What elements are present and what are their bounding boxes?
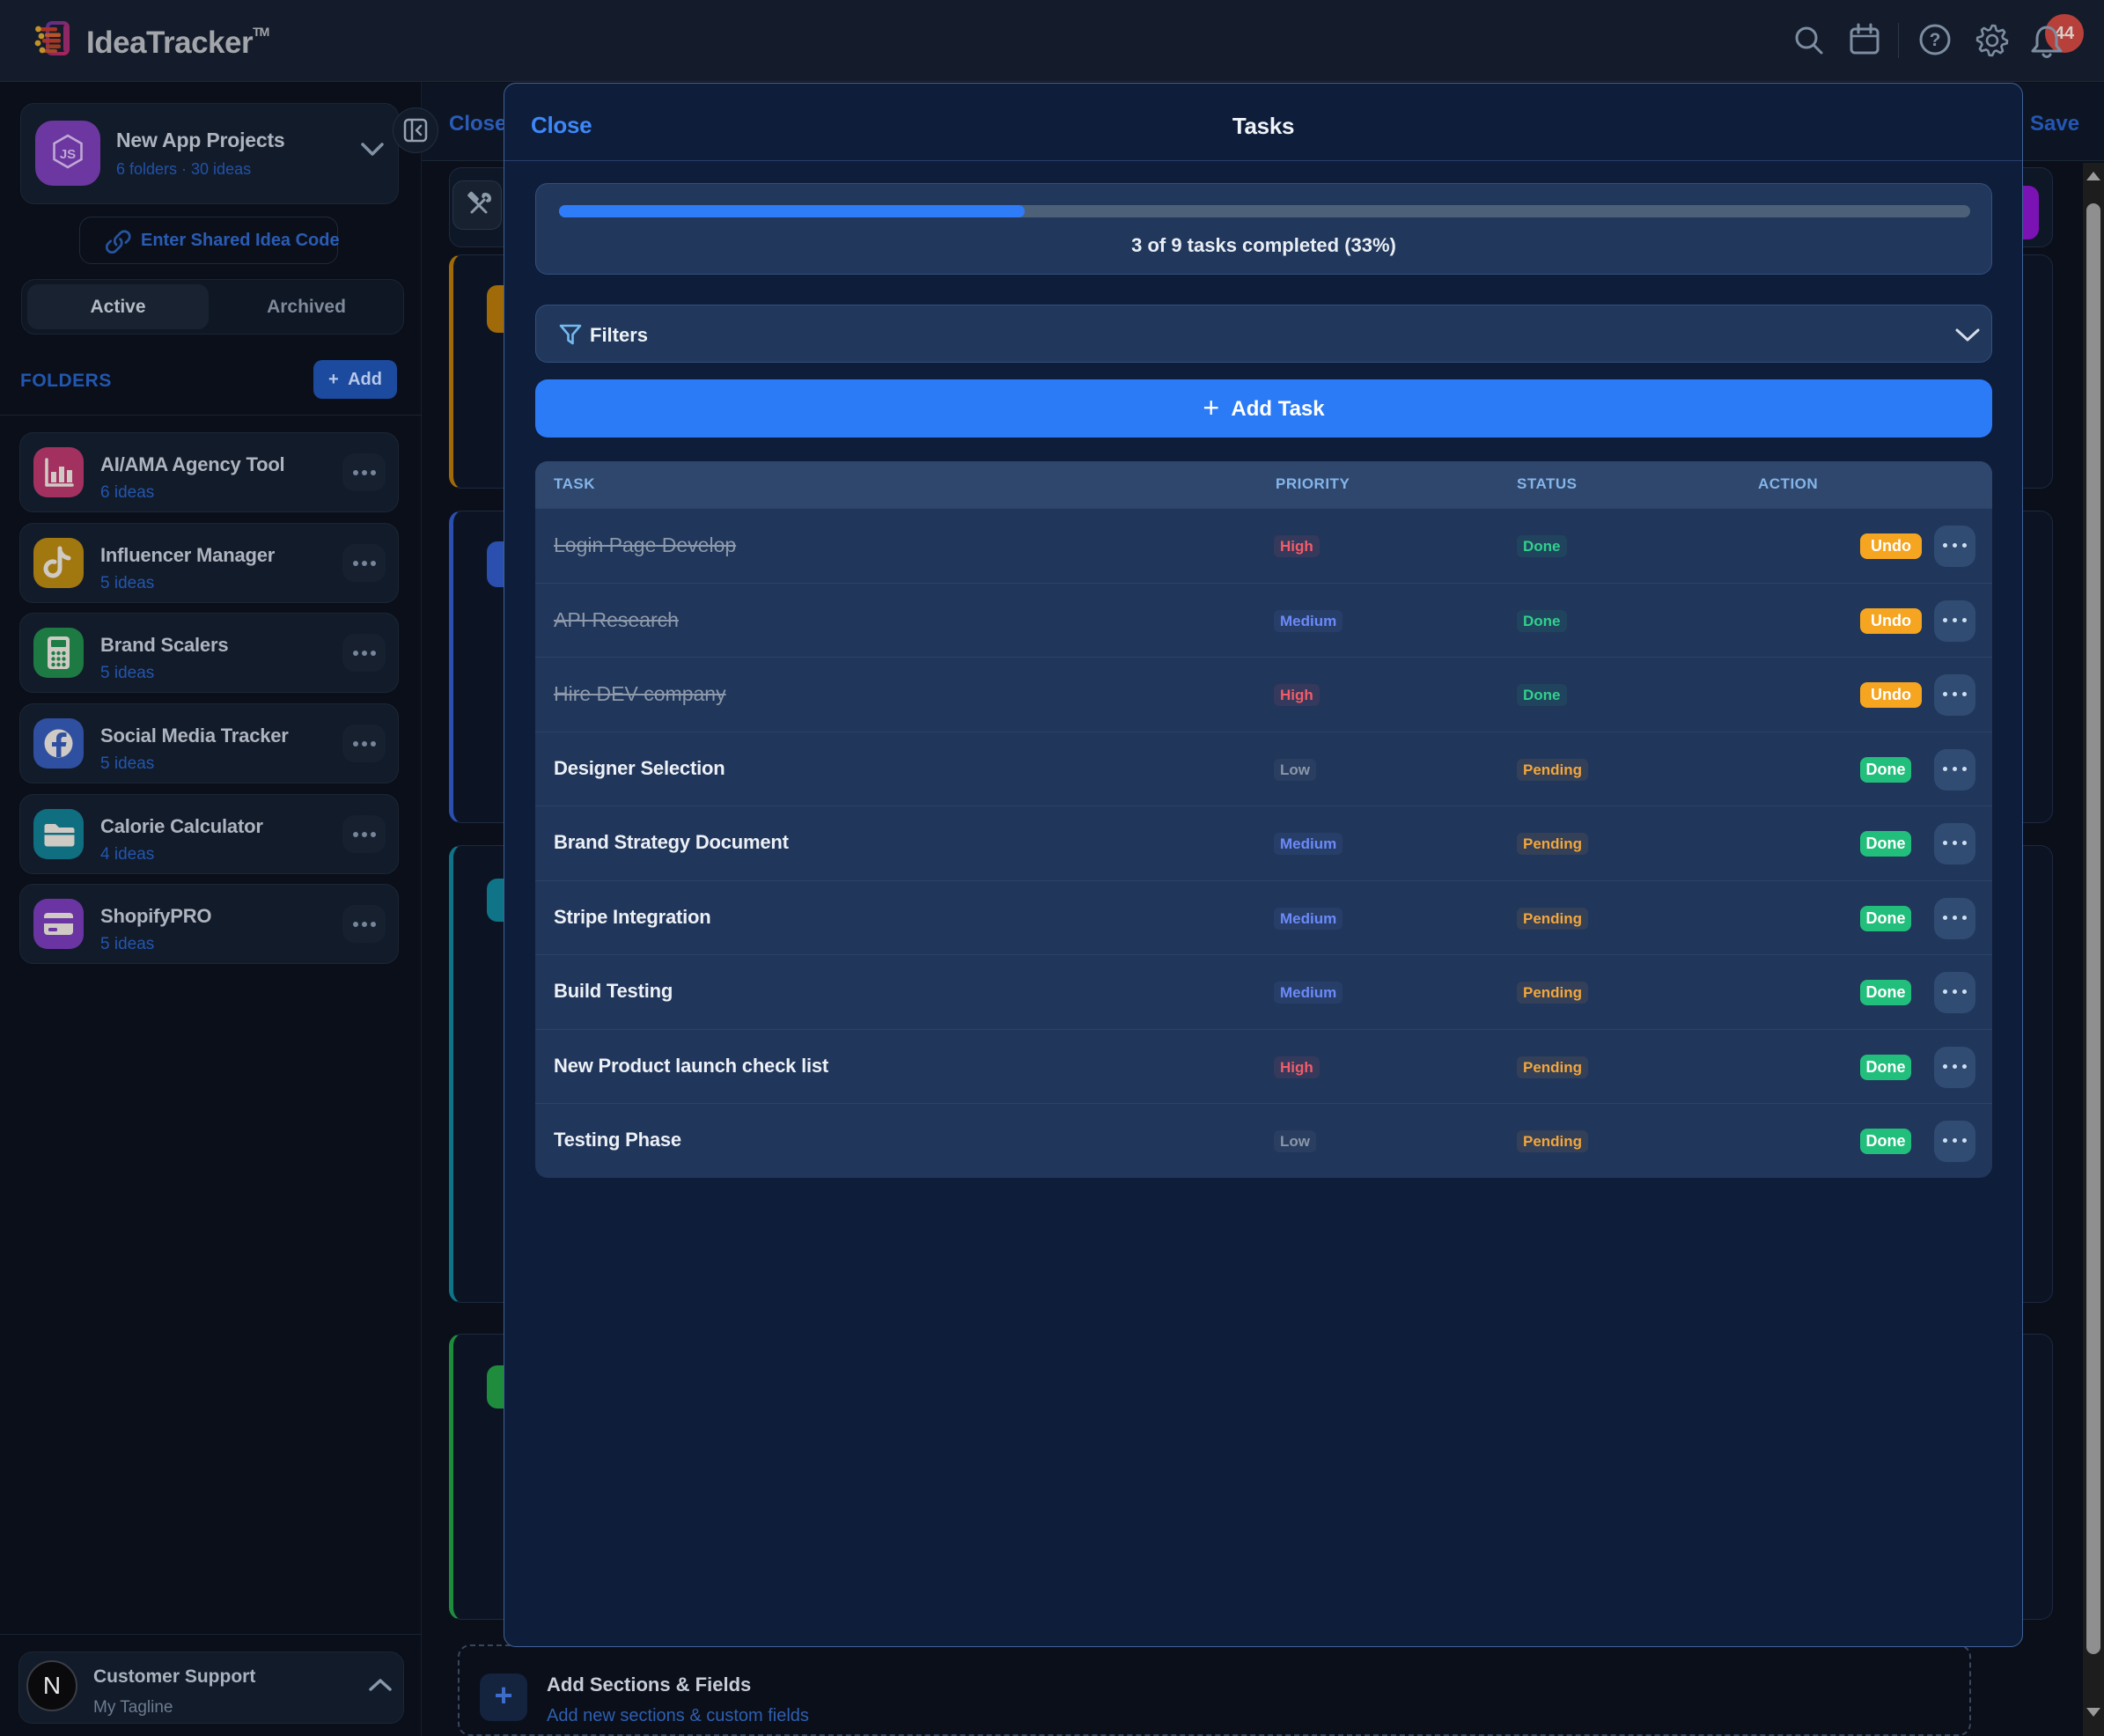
svg-text:JS: JS xyxy=(60,147,76,162)
svg-text:?: ? xyxy=(1930,30,1941,50)
